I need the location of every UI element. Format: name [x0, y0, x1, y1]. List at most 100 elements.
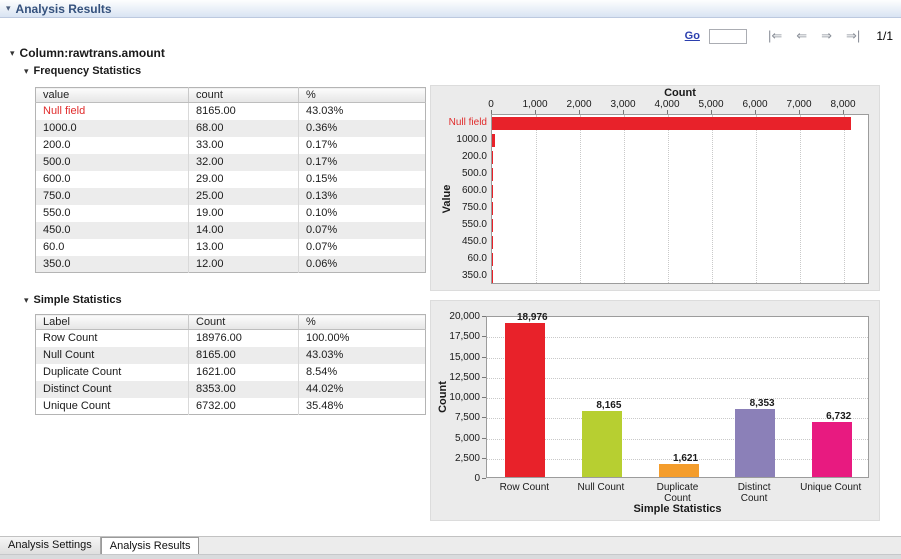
frequency-statistics-table: value count% Null field 8165.00 43.03% 1000.…	[35, 87, 426, 273]
bar-row-count	[505, 323, 546, 477]
table-row[interactable]: 550.0 19.00 0.10%	[35, 204, 426, 222]
x-axis-tick-label: 0	[488, 99, 494, 110]
axis-tick-mark	[482, 316, 486, 317]
table-cell: 500.0	[35, 153, 189, 171]
go-link[interactable]: Go	[685, 30, 700, 42]
collapse-triangle-icon: ▾	[10, 47, 15, 58]
section-header-analysis-results[interactable]: ▾ Analysis Results	[0, 0, 901, 18]
first-page-icon[interactable]: |⇐	[768, 28, 782, 44]
simple-statistics-bar-chart: Count Simple Statistics 0 2,500 5,000 7,500…	[430, 300, 880, 521]
next-page-icon[interactable]: ⇒	[821, 28, 832, 44]
axis-tick-mark	[579, 110, 580, 114]
simple-statistics-table: Label Count% Row Count 18976.00 100.00% Null…	[35, 314, 426, 415]
category-label: Row Count	[499, 482, 550, 493]
column-header[interactable]: %	[298, 314, 426, 330]
section-header-frequency-statistics[interactable]: ▾ Frequency Statistics	[24, 65, 141, 77]
table-row[interactable]: 450.0 14.00 0.07%	[35, 221, 426, 239]
table-cell: 1000.0	[35, 119, 189, 137]
axis-tick-mark	[799, 110, 800, 114]
table-cell: 8353.00	[188, 380, 299, 398]
table-cell: 43.03%	[298, 346, 426, 364]
category-label: 500.0	[461, 168, 487, 179]
column-header[interactable]: Count	[188, 314, 299, 330]
x-axis-tick-label: 8,000	[830, 99, 856, 110]
table-row[interactable]: Duplicate Count 1621.00 8.54%	[35, 363, 426, 381]
table-cell: 6732.00	[188, 397, 299, 415]
y-axis-tick-label: 7,500	[454, 412, 480, 424]
page-indicator: 1/1	[876, 29, 893, 43]
table-cell: 0.06%	[298, 255, 426, 273]
page-title: Analysis Results	[15, 1, 112, 16]
bar-450-0	[492, 236, 493, 249]
gridline	[668, 115, 669, 283]
table-row[interactable]: Row Count 18976.00 100.00%	[35, 329, 426, 347]
frequency-bar-chart: Count Value 0 1,000 2,000 3,000 4,000 5,000 6,…	[430, 85, 880, 291]
table-row[interactable]: 60.0 13.00 0.07%	[35, 238, 426, 256]
table-cell: 1621.00	[188, 363, 299, 381]
bar-value-label: 6,732	[826, 411, 852, 422]
x-axis-tick-label: 7,000	[786, 99, 812, 110]
table-cell: 8165.00	[188, 102, 299, 120]
bar-550-0	[492, 219, 493, 232]
page-number-input[interactable]	[708, 28, 747, 44]
table-cell: 0.07%	[298, 221, 426, 239]
column-header[interactable]: Label	[35, 314, 189, 330]
category-label: 350.0	[461, 270, 487, 281]
gridline	[844, 115, 845, 283]
axis-tick-mark	[755, 110, 756, 114]
table-row[interactable]: 200.0 33.00 0.17%	[35, 136, 426, 154]
bar-value-label: 1,621	[672, 453, 699, 464]
section-header-column[interactable]: ▾ Column:rawtrans.amount	[10, 46, 165, 60]
table-row[interactable]: 350.0 12.00 0.06%	[35, 255, 426, 273]
column-header[interactable]: %	[298, 87, 426, 103]
table-row[interactable]: Unique Count 6732.00 35.48%	[35, 397, 426, 415]
last-page-icon[interactable]: ⇒|	[846, 28, 860, 44]
tab-analysis-results[interactable]: Analysis Results	[100, 537, 200, 555]
bar-600-0	[492, 185, 493, 198]
axis-tick-mark	[623, 110, 624, 114]
table-cell: 32.00	[188, 153, 299, 171]
table-row[interactable]: Distinct Count 8353.00 44.02%	[35, 380, 426, 398]
table-cell: 35.48%	[306, 399, 344, 412]
gridline	[624, 115, 625, 283]
category-label: Unique Count	[800, 482, 862, 493]
axis-tick-mark	[843, 110, 844, 114]
bar-1000-0	[492, 134, 495, 147]
x-axis-tick-label: 1,000	[522, 99, 548, 110]
table-row[interactable]: 750.0 25.00 0.13%	[35, 187, 426, 205]
bar-500-0	[492, 168, 493, 181]
vchart-x-axis-title: Simple Statistics	[633, 503, 722, 515]
bar-null-count	[581, 411, 622, 477]
category-label: Distinct Count	[737, 482, 771, 504]
table-cell: 350.0	[35, 255, 189, 273]
table-cell: Duplicate Count	[35, 363, 189, 381]
table-cell: 0.15%	[306, 173, 338, 185]
category-label: 1000.0	[456, 134, 487, 145]
bar-60-0	[492, 253, 493, 266]
table-row[interactable]: Null Count 8165.00 43.03%	[35, 346, 426, 364]
table-row[interactable]: 1000.0 68.00 0.36%	[35, 119, 426, 137]
table-row[interactable]: 500.0 32.00 0.17%	[35, 153, 426, 171]
gridline	[800, 115, 801, 283]
table-cell: 25.00	[188, 187, 299, 205]
tab-analysis-settings[interactable]: Analysis Settings	[0, 537, 101, 555]
section-header-simple-statistics[interactable]: ▾ Simple Statistics	[24, 294, 122, 306]
table-cell: 0.07%	[306, 241, 338, 253]
axis-tick-mark	[482, 417, 486, 419]
axis-tick-mark	[482, 376, 486, 378]
table-cell: 0.13%	[298, 187, 426, 205]
column-header[interactable]: count	[188, 87, 299, 103]
axis-tick-mark	[491, 110, 492, 114]
category-label: 200.0	[461, 151, 487, 162]
y-axis-tick-label: 17,500	[449, 331, 480, 343]
table-row[interactable]: 600.0 29.00 0.15%	[35, 170, 426, 188]
table-row[interactable]: Null field 8165.00 43.03%	[35, 102, 426, 120]
y-axis-tick-label: 12,500	[449, 371, 480, 383]
hchart-plot-area	[491, 114, 869, 284]
column-header[interactable]: value	[35, 87, 189, 103]
table-cell: 0.10%	[306, 207, 338, 219]
category-label: 60.0	[467, 253, 487, 264]
axis-tick-mark	[535, 110, 536, 114]
hchart-title: Count	[664, 87, 696, 99]
previous-page-icon[interactable]: ⇐	[796, 28, 807, 44]
